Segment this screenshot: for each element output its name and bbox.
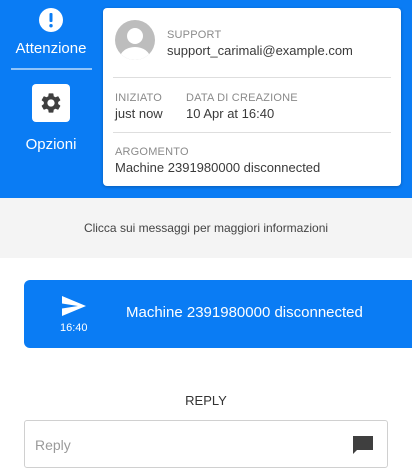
subject-value: Machine 2391980000 disconnected (115, 160, 321, 175)
reply-box (24, 420, 388, 468)
chat-icon (353, 436, 373, 454)
reply-label: REPLY (185, 393, 227, 408)
card-divider (113, 132, 391, 133)
card-divider (113, 77, 391, 78)
started-caption: INIZIATO (115, 92, 163, 104)
options-tab-label: Opzioni (25, 136, 77, 153)
alert-tab-label: Attenzione (15, 40, 87, 57)
sidebar-divider (11, 68, 92, 70)
options-tab[interactable]: Opzioni (8, 84, 94, 153)
subject-caption: ARGOMENTO (115, 146, 189, 158)
message-time: 16:40 (60, 322, 88, 334)
message-text: Machine 2391980000 disconnected (126, 304, 363, 321)
reply-input[interactable] (35, 433, 335, 457)
ticket-card: SUPPORT support_carimali@example.com INI… (103, 8, 401, 186)
send-icon (61, 295, 87, 322)
send-reply-button[interactable] (351, 433, 375, 457)
alert-tab[interactable]: Attenzione (8, 8, 94, 57)
created-caption: DATA DI CREAZIONE (186, 92, 298, 104)
message-bubble[interactable]: 16:40 Machine 2391980000 disconnected (24, 280, 412, 348)
started-value: just now (115, 106, 163, 121)
created-value: 10 Apr at 16:40 (186, 106, 275, 121)
avatar (115, 20, 155, 60)
gear-icon (32, 84, 70, 122)
alert-icon (39, 8, 63, 32)
support-email: support_carimali@example.com (167, 43, 353, 58)
support-caption: SUPPORT (167, 29, 222, 41)
header-panel: Attenzione Opzioni SUPPORT support_carim… (0, 0, 412, 198)
info-hint: Clicca sui messaggi per maggiori informa… (0, 198, 412, 258)
